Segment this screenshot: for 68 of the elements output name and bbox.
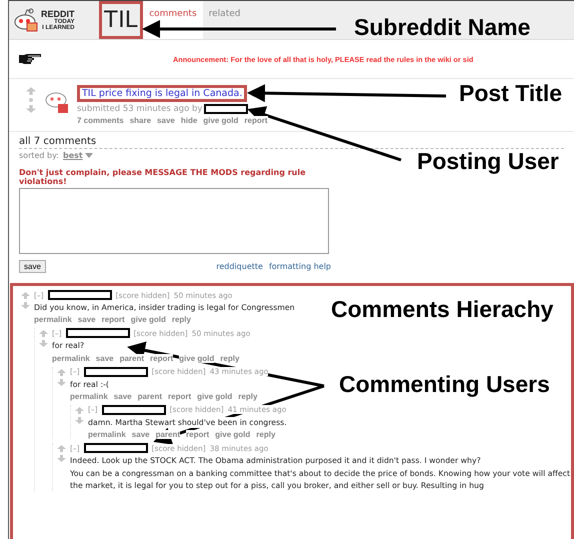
help-link[interactable]: formatting help xyxy=(268,262,331,271)
comment-action-link[interactable]: give gold xyxy=(130,315,166,324)
comment-action-link[interactable]: permalink xyxy=(88,430,126,440)
comment-action-link[interactable]: reply xyxy=(238,392,258,401)
comment-action-link[interactable]: give gold xyxy=(215,430,250,440)
post-action-link[interactable]: share xyxy=(130,116,152,125)
redaction-box xyxy=(84,366,148,377)
upvote-icon[interactable] xyxy=(26,87,36,95)
post-action-link[interactable]: report xyxy=(244,116,268,125)
comment-action-link[interactable]: report xyxy=(150,354,174,363)
post-action-link[interactable]: save xyxy=(157,116,175,125)
comment-action-link[interactable]: save xyxy=(96,354,114,363)
upvote-icon[interactable] xyxy=(56,445,66,452)
comment-action-link[interactable]: parent xyxy=(120,354,144,363)
downvote-icon[interactable] xyxy=(56,378,66,386)
comment-action-link[interactable]: reply xyxy=(256,430,276,440)
annotation-label: Posting User xyxy=(417,148,559,175)
comment-input-field[interactable] xyxy=(19,188,329,254)
comment-action-link[interactable]: save xyxy=(132,430,150,440)
comment-action-link[interactable]: permalink xyxy=(70,392,108,401)
redaction-box xyxy=(204,104,248,114)
alien-mascot-icon xyxy=(13,8,39,32)
sort-label: sorted by: xyxy=(19,151,59,160)
upvote-icon[interactable] xyxy=(20,292,30,299)
downvote-icon[interactable] xyxy=(74,416,84,424)
comments-heading: all 7 comments xyxy=(19,136,564,149)
post-action-link[interactable]: hide xyxy=(180,116,198,125)
redaction-box xyxy=(102,404,166,415)
downvote-icon[interactable] xyxy=(38,340,48,348)
redaction-box xyxy=(48,290,112,300)
post-title-link[interactable]: TIL price fixing is legal in Canada. xyxy=(77,85,248,102)
redaction-box xyxy=(66,328,130,338)
comment-action-link[interactable]: parent xyxy=(156,430,180,440)
score-dot xyxy=(29,98,33,102)
annotation-label: Subreddit Name xyxy=(354,14,530,41)
comment-action-link[interactable]: reply xyxy=(220,354,240,363)
comment-action-link[interactable]: parent xyxy=(138,392,162,401)
redaction-box xyxy=(84,443,148,454)
comment-action-link[interactable]: give gold xyxy=(197,392,232,401)
post-action-link[interactable]: give gold xyxy=(203,116,238,125)
comment-action-link[interactable]: report xyxy=(168,392,192,401)
annotation-label: Post Title xyxy=(459,80,562,107)
save-button[interactable]: save xyxy=(19,260,46,273)
comment-action-link[interactable]: save xyxy=(114,392,132,401)
comment-action-link[interactable]: save xyxy=(78,315,96,324)
downvote-icon[interactable] xyxy=(56,455,66,462)
comment-action-link[interactable]: permalink xyxy=(34,315,72,324)
upvote-icon[interactable] xyxy=(56,368,66,376)
comment-action-link[interactable]: report xyxy=(186,430,210,440)
pointing-hand-icon xyxy=(19,53,43,65)
sort-dropdown[interactable]: best xyxy=(62,151,93,160)
comment-action-link[interactable]: give gold xyxy=(179,354,214,363)
downvote-icon[interactable] xyxy=(26,105,36,113)
comment-action-link[interactable]: report xyxy=(102,315,125,324)
dropdown-caret-icon[interactable] xyxy=(84,153,93,158)
rule-notice: Don't just complain, please MESSAGE THE MODS regarding rule violations! xyxy=(19,168,307,186)
annotation-label: Commenting Users xyxy=(339,371,550,398)
upvote-icon[interactable] xyxy=(38,330,48,338)
comment-action-link[interactable]: permalink xyxy=(52,354,90,363)
comment-action-link[interactable]: reply xyxy=(172,315,191,324)
annotation-label: Comments Hierachy xyxy=(331,296,554,323)
subreddit-name[interactable]: TIL xyxy=(98,1,144,39)
post-action-link[interactable]: 7 comments xyxy=(77,116,124,125)
help-link[interactable]: reddiquette xyxy=(216,262,263,271)
upvote-icon[interactable] xyxy=(74,406,84,414)
downvote-icon[interactable] xyxy=(20,302,30,309)
header-tab[interactable]: related xyxy=(202,1,246,39)
submitted-info: submitted 53 minutes ago by xyxy=(77,104,202,114)
